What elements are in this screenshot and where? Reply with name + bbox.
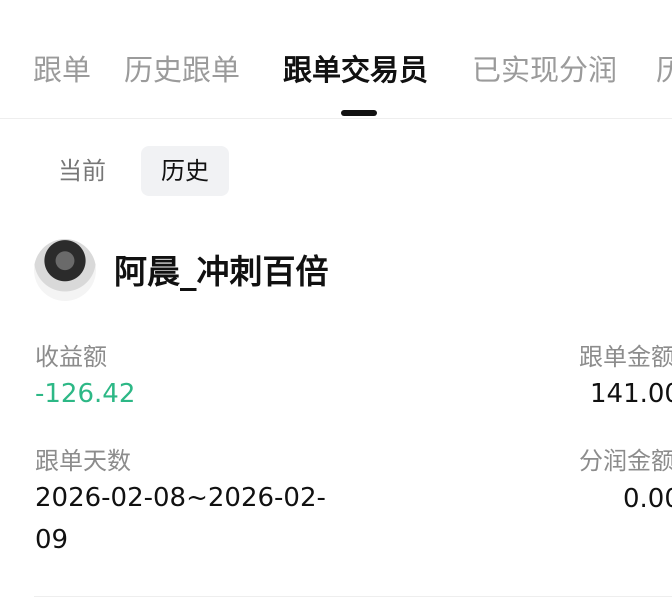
tab-realized-profit-share[interactable]: 已实现分润: [472, 50, 617, 90]
section-divider: [34, 596, 672, 597]
segment-current[interactable]: 当前: [38, 146, 126, 196]
days-label: 跟单天数: [35, 447, 131, 475]
days-value: 2026-02-08~2026-02-09: [35, 483, 326, 555]
amount-value: 141.00: [590, 379, 672, 409]
tab-copy-trading[interactable]: 跟单: [33, 50, 91, 90]
tab-history-copy-trading[interactable]: 历史跟单: [124, 50, 240, 90]
tab-history-more[interactable]: 历: [656, 50, 672, 90]
copy-trading-page: 跟单 历史跟单 跟单交易员 已实现分润 历 当前 历史 阿晨_冲刺百倍 收益额 …: [0, 0, 672, 612]
pnl-value: -126.42: [35, 379, 136, 409]
trader-name[interactable]: 阿晨_冲刺百倍: [114, 250, 329, 294]
profit-share-label: 分润金额: [579, 447, 672, 475]
tab-copy-traders[interactable]: 跟单交易员: [283, 50, 428, 90]
active-tab-indicator: [341, 110, 377, 116]
segment-history[interactable]: 历史: [141, 146, 229, 196]
profit-share-value: 0.00: [623, 484, 672, 514]
top-tab-bar: 跟单 历史跟单 跟单交易员 已实现分润 历: [0, 0, 672, 119]
amount-label: 跟单金额: [579, 343, 672, 371]
trader-avatar[interactable]: [34, 239, 96, 301]
pnl-label: 收益额: [35, 343, 107, 371]
